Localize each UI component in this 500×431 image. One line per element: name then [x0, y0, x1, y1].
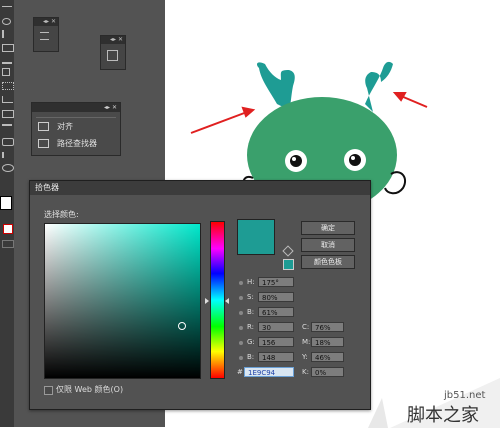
hex-label: # — [237, 368, 243, 376]
panel-divider — [36, 117, 116, 118]
red-arrow-left — [190, 106, 256, 134]
saturation-brightness-field[interactable] — [44, 223, 201, 379]
new-color-swatch — [237, 219, 275, 255]
right-horn — [365, 61, 393, 112]
mesh-tool-icon[interactable] — [2, 110, 14, 118]
panel-item-label: 对齐 — [57, 122, 73, 131]
blend-tool-icon[interactable] — [2, 152, 14, 158]
none-swatch-icon[interactable] — [3, 224, 13, 234]
r-field[interactable]: 30 — [258, 322, 294, 332]
h-label: H: — [247, 278, 255, 286]
b-label: B: — [247, 308, 255, 316]
watermark-url: jb51.net — [444, 390, 486, 401]
gradient-tool-icon[interactable] — [2, 124, 12, 132]
radio-h[interactable] — [239, 281, 243, 285]
brush-tool-icon[interactable] — [2, 56, 12, 64]
rotate-tool-icon[interactable] — [2, 68, 10, 76]
left-eye-highlight — [292, 157, 296, 161]
websafe-color-swatch[interactable] — [283, 259, 294, 270]
radio-s[interactable] — [239, 296, 243, 300]
y-label: Y: — [302, 353, 308, 361]
ok-button[interactable]: 确定 — [301, 221, 355, 235]
menu-lines-icon[interactable] — [40, 32, 49, 40]
right-eye-highlight — [351, 156, 355, 160]
r-label: R: — [247, 323, 255, 331]
g-label: G: — [247, 338, 255, 346]
radio-blue[interactable] — [239, 356, 243, 360]
y-field[interactable]: 46% — [311, 352, 344, 362]
panel-header[interactable]: ◂▸ ✕ — [101, 36, 125, 44]
fill-swatch[interactable] — [0, 196, 12, 210]
collapsed-panel-2[interactable]: ◂▸ ✕ — [100, 35, 126, 70]
g-field[interactable]: 156 — [258, 337, 294, 347]
hex-field[interactable]: 1E9C94 — [244, 367, 294, 377]
color-picker-dialog: 拾色器 选择颜色: 确定 取消 颜色色板 H: 175° S: 80% B: 6… — [29, 180, 371, 410]
web-colors-only-label[interactable]: 仅限 Web 颜色(O) — [56, 384, 123, 395]
web-colors-only-checkbox[interactable] — [44, 386, 53, 395]
red-arrow-right — [392, 92, 428, 108]
cancel-button[interactable]: 取消 — [301, 238, 355, 252]
s-label: S: — [247, 293, 254, 301]
select-color-label: 选择颜色: — [44, 210, 79, 219]
screen-mode-icon[interactable] — [2, 240, 14, 248]
pen-tool-icon[interactable] — [2, 30, 14, 38]
tools-panel — [0, 0, 15, 427]
hue-slider-right-arrow-icon[interactable] — [225, 298, 229, 304]
radio-b[interactable] — [239, 311, 243, 315]
s-field[interactable]: 80% — [258, 292, 294, 302]
panel-item-pathfinder[interactable]: 路径查找器 — [38, 137, 97, 151]
panel-header[interactable]: ◂▸ ✕ — [32, 103, 120, 112]
radio-r[interactable] — [239, 326, 243, 330]
m-label: M: — [302, 338, 311, 346]
type-tool-icon[interactable] — [2, 6, 12, 13]
b-field[interactable]: 61% — [258, 307, 294, 317]
graph-tool-icon[interactable] — [2, 96, 13, 103]
blue-label: B: — [247, 353, 255, 361]
radio-g[interactable] — [239, 341, 243, 345]
align-pathfinder-panel: ◂▸ ✕ 对齐 路径查找器 — [31, 102, 121, 156]
h-field[interactable]: 175° — [258, 277, 294, 287]
k-field[interactable]: 0% — [311, 367, 344, 377]
k-label: K: — [302, 368, 309, 376]
dialog-title[interactable]: 拾色器 — [30, 181, 370, 195]
panel-header[interactable]: ◂▸ ✕ — [34, 18, 58, 26]
pathfinder-icon — [38, 139, 49, 148]
c-label: C: — [302, 323, 310, 331]
c-field[interactable]: 76% — [311, 322, 344, 332]
panel-item-label: 路径查找器 — [57, 139, 97, 148]
blue-field[interactable]: 148 — [258, 352, 294, 362]
ellipse-tool-icon[interactable] — [2, 18, 11, 25]
left-pupil — [290, 155, 302, 167]
rectangle-tool-icon[interactable] — [2, 44, 14, 52]
watermark-name: 脚本之家 — [407, 405, 479, 426]
zoom-tool-icon[interactable] — [2, 164, 14, 172]
panel-item-align[interactable]: 对齐 — [38, 120, 73, 134]
left-horn — [257, 62, 295, 110]
scale-tool-icon[interactable] — [2, 82, 14, 90]
m-field[interactable]: 18% — [311, 337, 344, 347]
collapsed-panel-1[interactable]: ◂▸ ✕ — [33, 17, 59, 52]
layers-icon[interactable] — [107, 50, 118, 61]
color-marker[interactable] — [178, 322, 186, 330]
hue-slider[interactable] — [210, 221, 225, 379]
hue-slider-left-arrow-icon[interactable] — [205, 298, 209, 304]
align-icon — [38, 122, 49, 131]
eyedropper-tool-icon[interactable] — [2, 138, 14, 146]
out-of-gamut-icon[interactable] — [282, 245, 294, 257]
color-swatches-button[interactable]: 颜色色板 — [301, 255, 355, 269]
right-pupil — [349, 154, 361, 166]
